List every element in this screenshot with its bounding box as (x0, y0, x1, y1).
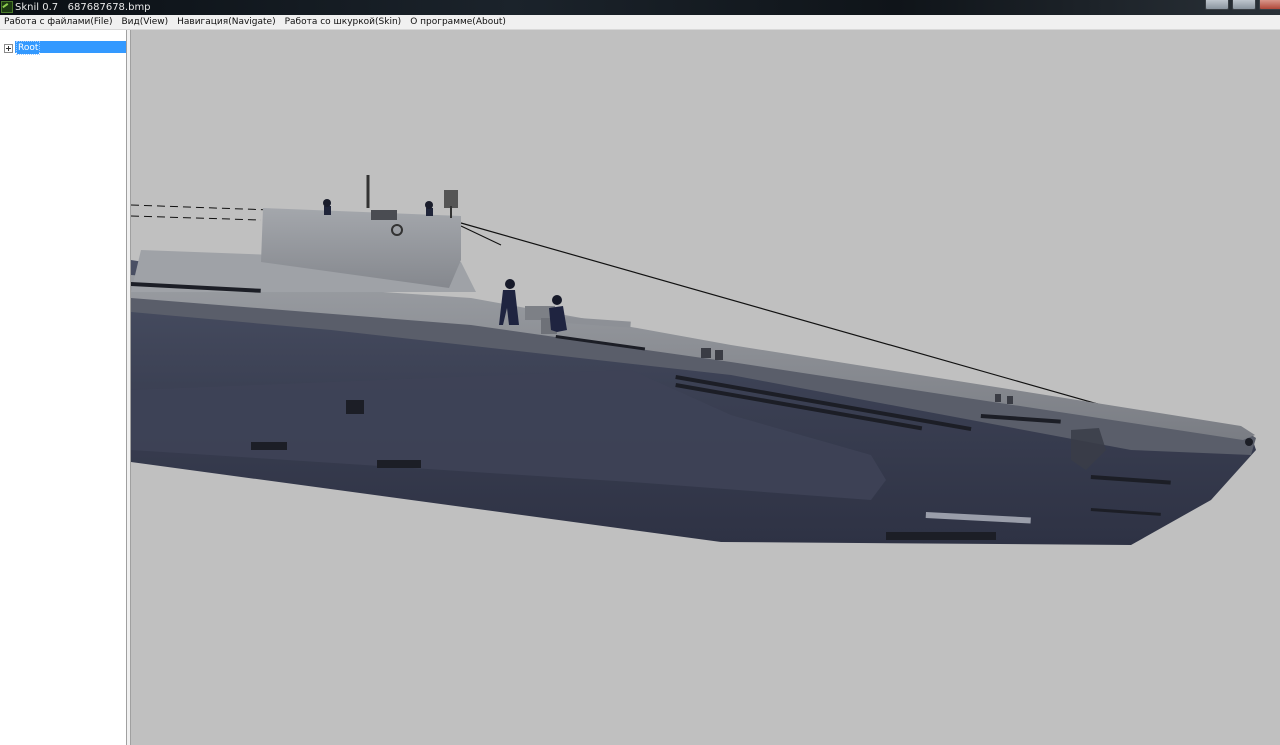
plus-box-icon[interactable] (4, 43, 13, 53)
maximize-button[interactable] (1232, 0, 1256, 10)
close-button[interactable] (1259, 0, 1280, 10)
tree-node-root[interactable]: Root (4, 41, 41, 55)
minimize-button[interactable] (1205, 0, 1229, 10)
model-viewport[interactable] (131, 30, 1280, 745)
window-title: Sknil 0.7 687687678.bmp (15, 2, 151, 13)
radar-mast (444, 190, 458, 208)
bow-tip (1245, 438, 1253, 446)
submarine-render (131, 175, 1256, 545)
menu-about[interactable]: О программе(About) (406, 15, 511, 29)
tower-window (371, 210, 397, 220)
menu-view[interactable]: Вид(View) (117, 15, 173, 29)
menu-skin[interactable]: Работа со шкуркой(Skin) (280, 15, 406, 29)
app-icon[interactable] (1, 1, 13, 13)
menu-navigate[interactable]: Навигация(Navigate) (173, 15, 280, 29)
menu-file[interactable]: Работа с файлами(File) (0, 15, 117, 29)
menu-bar: Работа с файлами(File) Вид(View) Навигац… (0, 15, 1280, 29)
tree-node-label[interactable]: Root (15, 41, 41, 55)
tree-panel[interactable]: Root (0, 30, 127, 745)
title-bar[interactable]: Sknil 0.7 687687678.bmp (0, 0, 1280, 15)
